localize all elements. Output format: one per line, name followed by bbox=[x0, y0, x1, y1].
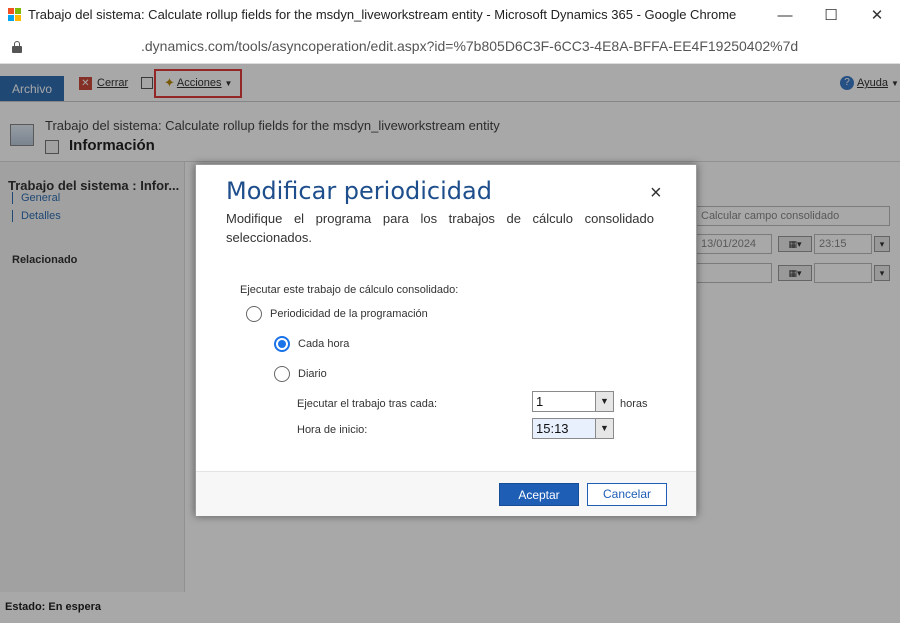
radio-schedule[interactable] bbox=[246, 306, 262, 322]
chevron-down-icon[interactable]: ▼ bbox=[595, 419, 613, 438]
address-bar[interactable]: .dynamics.com/tools/asyncoperation/edit.… bbox=[0, 30, 900, 64]
modify-recurrence-dialog: Modificar periodicidad × Modifique el pr… bbox=[195, 164, 697, 516]
microsoft-logo-icon bbox=[8, 8, 21, 21]
close-window-button[interactable]: ✕ bbox=[854, 0, 900, 30]
run-job-question: Ejecutar este trabajo de cálculo consoli… bbox=[240, 284, 459, 296]
dialog-close-icon[interactable]: × bbox=[650, 183, 662, 203]
maximize-button[interactable]: ☐ bbox=[808, 0, 854, 30]
radio-daily[interactable] bbox=[274, 366, 290, 382]
option-schedule-recurrence[interactable]: Periodicidad de la programación bbox=[246, 306, 428, 322]
window-title: Trabajo del sistema: Calculate rollup fi… bbox=[28, 7, 737, 22]
run-after-select[interactable]: 1 ▼ bbox=[532, 391, 614, 412]
option-schedule-label: Periodicidad de la programación bbox=[270, 308, 428, 320]
run-after-unit: horas bbox=[620, 398, 648, 410]
start-time-label: Hora de inicio: bbox=[297, 424, 368, 436]
minimize-button[interactable]: — bbox=[762, 0, 808, 30]
start-time-value: 15:13 bbox=[536, 421, 569, 436]
option-hourly-label: Cada hora bbox=[298, 338, 350, 350]
dialog-footer: Aceptar Cancelar bbox=[196, 471, 696, 516]
run-after-label: Ejecutar el trabajo tras cada: bbox=[297, 398, 438, 410]
radio-hourly[interactable] bbox=[274, 336, 290, 352]
url-text[interactable]: .dynamics.com/tools/asyncoperation/edit.… bbox=[141, 38, 798, 54]
chevron-down-icon[interactable]: ▼ bbox=[595, 392, 613, 411]
run-after-value: 1 bbox=[536, 394, 544, 409]
option-daily[interactable]: Diario bbox=[274, 366, 327, 382]
option-hourly[interactable]: Cada hora bbox=[274, 336, 349, 352]
dialog-title: Modificar periodicidad bbox=[226, 177, 492, 205]
lock-icon[interactable] bbox=[12, 41, 22, 53]
start-time-select[interactable]: 15:13 ▼ bbox=[532, 418, 614, 439]
dialog-description: Modifique el programa para los trabajos … bbox=[226, 211, 654, 245]
cancel-button[interactable]: Cancelar bbox=[587, 483, 667, 506]
option-daily-label: Diario bbox=[298, 368, 327, 380]
accept-button[interactable]: Aceptar bbox=[499, 483, 579, 506]
browser-title-bar: Trabajo del sistema: Calculate rollup fi… bbox=[0, 0, 900, 30]
